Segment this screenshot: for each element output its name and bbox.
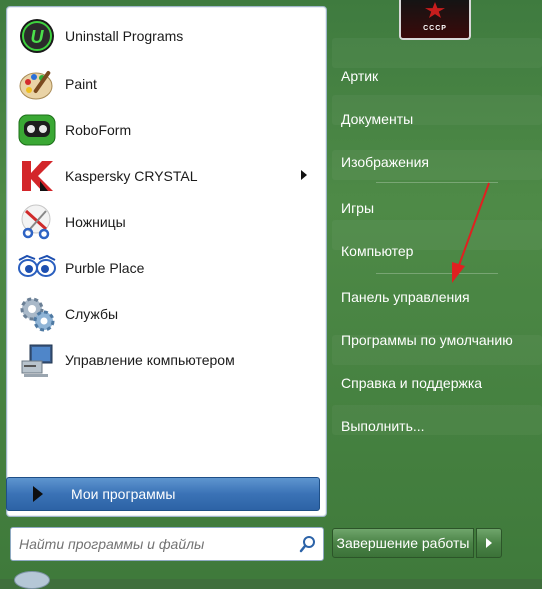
user-picture[interactable]: СССР [399, 0, 471, 40]
pinned-programs-panel: U Uninstall Programs Paint RoboForm Kasp… [6, 6, 327, 517]
all-programs-button[interactable]: Мои программы [6, 477, 320, 511]
program-services[interactable]: Службы [11, 293, 321, 335]
program-label: Kaspersky CRYSTAL [65, 168, 198, 184]
link-help-and-support[interactable]: Справка и поддержка [334, 370, 541, 396]
program-label: Управление компьютером [65, 352, 235, 368]
program-label: RoboForm [65, 122, 132, 138]
user-picture-caption: СССР [423, 25, 447, 32]
start-orb[interactable] [14, 571, 50, 589]
link-games[interactable]: Игры [334, 195, 541, 221]
link-default-programs[interactable]: Программы по умолчанию [334, 327, 541, 353]
search-icon[interactable] [299, 535, 317, 553]
search-box[interactable] [10, 527, 324, 561]
program-label: Службы [65, 306, 119, 322]
star-icon [425, 2, 445, 18]
program-purble-place[interactable]: Purble Place [11, 247, 321, 289]
program-roboform[interactable]: RoboForm [11, 109, 321, 151]
link-computer[interactable]: Компьютер [334, 238, 541, 264]
kaspersky-icon [17, 156, 57, 196]
program-snipping-tool[interactable]: Ножницы [11, 201, 321, 243]
shutdown-options-button[interactable] [476, 528, 502, 558]
program-label: Purble Place [65, 260, 145, 276]
program-kaspersky-crystal[interactable]: Kaspersky CRYSTAL [11, 155, 321, 197]
play-arrow-icon [33, 486, 43, 502]
start-menu: U Uninstall Programs Paint RoboForm Kasp… [0, 0, 542, 589]
link-run[interactable]: Выполнить... [334, 413, 541, 439]
uninstall-icon: U [17, 16, 57, 56]
link-user-folder[interactable]: Артик [334, 63, 541, 89]
separator [376, 182, 498, 183]
program-label: Ножницы [65, 214, 126, 230]
all-programs-label: Мои программы [71, 486, 176, 502]
search-input[interactable] [11, 528, 301, 560]
scissors-icon [17, 202, 57, 242]
program-uninstall-programs[interactable]: U Uninstall Programs [11, 15, 321, 57]
link-pictures[interactable]: Изображения [334, 149, 541, 175]
program-label: Uninstall Programs [65, 28, 184, 44]
program-paint[interactable]: Paint [11, 63, 321, 105]
program-label: Paint [65, 76, 97, 92]
computer-management-icon [17, 340, 57, 380]
link-control-panel[interactable]: Панель управления [334, 284, 541, 310]
paint-palette-icon [17, 64, 57, 104]
separator [376, 273, 498, 274]
shutdown-button[interactable]: Завершение работы [332, 528, 474, 558]
roboform-icon [17, 110, 57, 150]
services-gear-icon [17, 294, 57, 334]
link-documents[interactable]: Документы [334, 106, 541, 132]
program-computer-management[interactable]: Управление компьютером [11, 339, 321, 381]
purble-place-icon [17, 248, 57, 288]
submenu-arrow-icon[interactable] [301, 170, 307, 180]
chevron-right-icon [486, 538, 492, 548]
svg-text:U: U [31, 27, 45, 47]
